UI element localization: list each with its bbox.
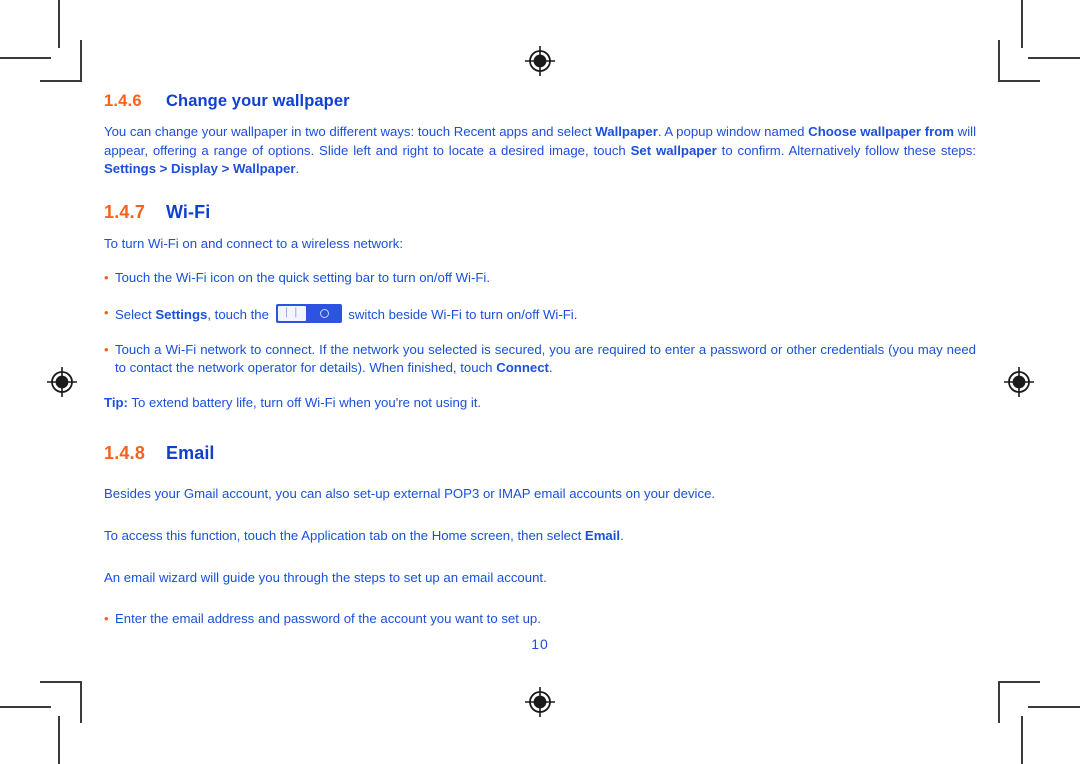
wallpaper-bold-set-wallpaper: Set wallpaper (630, 142, 717, 158)
toggle-switch-knob-icon (319, 308, 329, 318)
list-item-wifi-icon-text: Touch the Wi-Fi icon on the quick settin… (115, 270, 491, 286)
toggle-switch-track-left: ❘❘ (277, 305, 306, 321)
crop-mark-top-right-inner-vertical (998, 40, 1000, 81)
wifi-bold-settings: Settings (155, 306, 208, 322)
registration-target-left-icon (47, 367, 77, 397)
section-heading-wallpaper: 1.4.6 Change your wallpaper (104, 92, 976, 111)
list-item-email-enter-address: • Enter the email address and password o… (104, 610, 976, 629)
tip-label: Tip: (104, 394, 128, 410)
crop-mark-bottom-left-inner-vertical (80, 682, 82, 723)
email-2-pre: To access this function, touch the Appli… (104, 527, 585, 543)
wallpaper-bold-choose-wallpaper-from: Choose wallpaper from (808, 124, 955, 139)
wifi-connect-post: . (548, 360, 553, 376)
crop-mark-bottom-left-outer-vertical (58, 716, 60, 764)
section-title-wallpaper: Change your wallpaper (166, 92, 350, 110)
wallpaper-text-4: to confirm. Alternatively follow these s… (716, 142, 976, 158)
section-title-wifi: Wi-Fi (166, 201, 211, 222)
paragraph-wifi-intro: To turn Wi-Fi on and connect to a wirele… (104, 235, 404, 251)
paragraph-email-2: To access this function, touch the Appli… (104, 527, 976, 546)
section-heading-wifi: 1.4.7 Wi-Fi (104, 202, 976, 223)
crop-mark-bottom-right-outer-horizontal (1028, 706, 1080, 708)
crop-mark-bottom-left-outer-horizontal (0, 706, 51, 708)
list-item-wifi-settings-text: Select Settings, touch the ❘❘ switch bes… (115, 303, 976, 325)
paragraph-wallpaper: You can change your wallpaper in two dif… (104, 123, 976, 179)
crop-mark-top-left-outer-horizontal (0, 57, 51, 59)
page-content: 1.4.6 Change your wallpaper You can chan… (104, 92, 976, 636)
crop-mark-bottom-left-inner-horizontal (40, 681, 82, 683)
crop-mark-bottom-right-inner-vertical (998, 682, 1000, 723)
crop-mark-top-left-inner-vertical (80, 40, 82, 81)
toggle-switch-icon[interactable]: ❘❘ (275, 303, 342, 323)
crop-mark-top-right-outer-vertical (1021, 0, 1023, 48)
bullet-marker-icon: • (104, 341, 109, 357)
wifi-bold-connect: Connect (496, 360, 549, 376)
tip-text: To extend battery life, turn off Wi-Fi w… (127, 394, 482, 410)
paragraph-wifi-tip: Tip: To extend battery life, turn off Wi… (104, 394, 976, 413)
email-bold-email: Email (584, 527, 621, 543)
list-item-wifi-connect-text: Touch a Wi-Fi network to connect. If the… (115, 341, 976, 378)
section-number-wallpaper: 1.4.6 (104, 92, 142, 110)
bullet-marker-icon: • (104, 611, 109, 627)
bullet-marker-icon: • (104, 270, 109, 286)
section-title-email: Email (166, 443, 215, 464)
bullet-marker-icon: • (104, 304, 109, 320)
crop-mark-bottom-right-outer-vertical (1021, 716, 1023, 764)
list-item-email-enter-address-text: Enter the email address and password of … (115, 611, 541, 627)
registration-target-right-icon (1004, 367, 1034, 397)
email-2-post: . (620, 527, 624, 543)
section-number-wifi: 1.4.7 (104, 201, 146, 222)
crop-mark-top-right-outer-horizontal (1028, 57, 1080, 59)
list-item-wifi-connect: • Touch a Wi-Fi network to connect. If t… (104, 341, 976, 378)
wallpaper-text-2: . A popup window named (657, 124, 809, 139)
wallpaper-text-5: . (295, 161, 300, 177)
wifi-settings-post: switch beside Wi-Fi to turn on/off Wi-Fi… (344, 306, 578, 322)
toggle-switch-bars-icon: ❘❘ (282, 307, 301, 319)
wifi-settings-mid: , touch the (207, 306, 273, 322)
paragraph-email-3: An email wizard will guide you through t… (104, 569, 547, 585)
list-item-wifi-settings: • Select Settings, touch the ❘❘ switch b… (104, 303, 976, 325)
crop-mark-top-right-inner-horizontal (998, 80, 1040, 82)
list-item-wifi-icon: • Touch the Wi-Fi icon on the quick sett… (104, 269, 976, 288)
registration-target-top-icon (525, 46, 555, 76)
crop-mark-top-left-outer-vertical (58, 0, 60, 48)
section-heading-email: 1.4.8 Email (104, 443, 976, 464)
wifi-settings-pre: Select (115, 306, 156, 322)
wallpaper-bold-settings-path: Settings > Display > Wallpaper (104, 161, 296, 177)
paragraph-email-1: Besides your Gmail account, you can also… (104, 486, 716, 502)
wallpaper-text-1: You can change your wallpaper in two dif… (104, 124, 596, 139)
wallpaper-bold-wallpaper: Wallpaper (595, 124, 658, 139)
crop-mark-top-left-inner-horizontal (40, 80, 82, 82)
page-number: 10 (531, 636, 549, 652)
registration-target-bottom-icon (525, 687, 555, 717)
section-number-email: 1.4.8 (104, 443, 146, 464)
crop-mark-bottom-right-inner-horizontal (998, 681, 1040, 683)
